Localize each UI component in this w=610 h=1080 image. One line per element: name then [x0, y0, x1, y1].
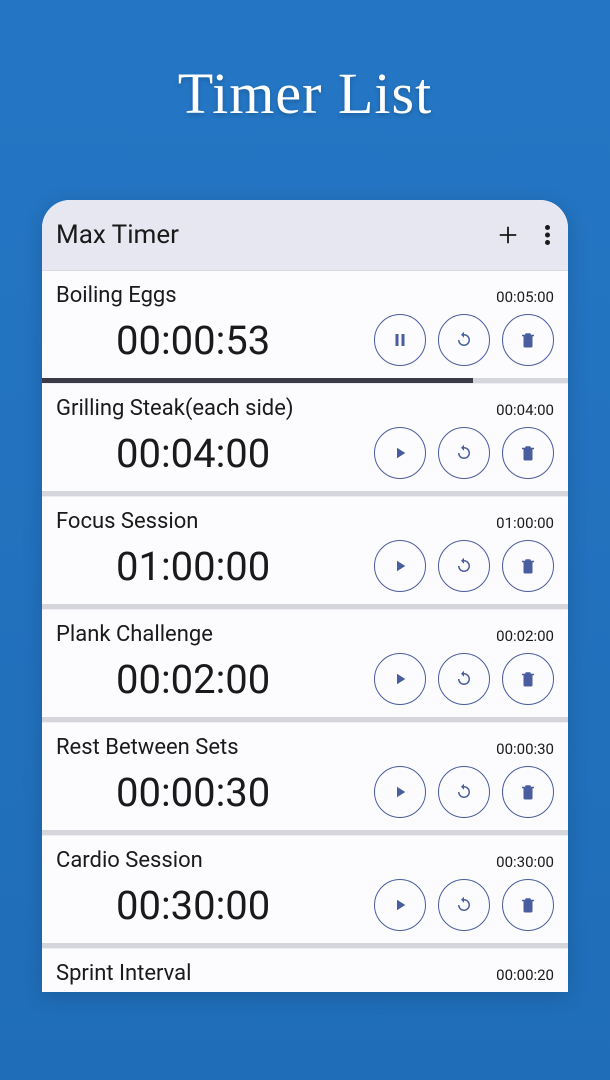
- progress-bar: [42, 717, 568, 722]
- timer-duration: 01:00:00: [496, 514, 554, 532]
- timer-controls: [374, 427, 554, 479]
- timer-item: Sprint Interval 00:00:20: [42, 949, 568, 986]
- progress-bar: [42, 604, 568, 609]
- timer-controls: [374, 540, 554, 592]
- play-icon: [391, 783, 409, 801]
- timer-name: Plank Challenge: [56, 622, 213, 647]
- timer-body: 00:00:53: [56, 314, 554, 378]
- pause-button[interactable]: [374, 314, 426, 366]
- play-icon: [391, 896, 409, 914]
- timer-controls: [374, 653, 554, 705]
- timer-duration: 00:04:00: [496, 401, 554, 419]
- reset-icon: [455, 557, 473, 575]
- timer-name: Boiling Eggs: [56, 283, 177, 308]
- timer-duration: 00:30:00: [496, 853, 554, 871]
- timer-body: 00:04:00: [56, 427, 554, 491]
- timer-item-header: Cardio Session 00:30:00: [56, 848, 554, 873]
- delete-button[interactable]: [502, 766, 554, 818]
- plus-icon: [497, 224, 519, 246]
- delete-button[interactable]: [502, 314, 554, 366]
- timer-item-header: Focus Session 01:00:00: [56, 509, 554, 534]
- reset-button[interactable]: [438, 879, 490, 931]
- delete-button[interactable]: [502, 427, 554, 479]
- timer-current: 00:00:53: [56, 317, 270, 364]
- timer-duration: 00:00:30: [496, 740, 554, 758]
- play-icon: [391, 444, 409, 462]
- timer-item: Cardio Session 00:30:00 00:30:00: [42, 836, 568, 949]
- reset-icon: [455, 331, 473, 349]
- timer-item: Boiling Eggs 00:05:00 00:00:53: [42, 271, 568, 384]
- reset-icon: [455, 670, 473, 688]
- timer-name: Focus Session: [56, 509, 198, 534]
- trash-icon: [519, 557, 537, 575]
- play-button[interactable]: [374, 879, 426, 931]
- play-button[interactable]: [374, 766, 426, 818]
- timer-current: 00:00:30: [56, 769, 270, 816]
- play-button[interactable]: [374, 653, 426, 705]
- timer-item-header: Boiling Eggs 00:05:00: [56, 283, 554, 308]
- timer-name: Cardio Session: [56, 848, 203, 873]
- timer-duration: 00:05:00: [496, 288, 554, 306]
- timer-name: Grilling Steak(each side): [56, 396, 294, 421]
- reset-icon: [455, 444, 473, 462]
- timer-item-header: Rest Between Sets 00:00:30: [56, 735, 554, 760]
- progress-fill: [42, 378, 473, 383]
- reset-button[interactable]: [438, 314, 490, 366]
- timer-list[interactable]: Boiling Eggs 00:05:00 00:00:53: [42, 271, 568, 986]
- timer-current: 00:30:00: [56, 882, 270, 929]
- header-actions: [497, 224, 550, 246]
- menu-button[interactable]: [545, 225, 550, 245]
- trash-icon: [519, 331, 537, 349]
- timer-duration: 00:00:20: [496, 966, 554, 984]
- reset-button[interactable]: [438, 540, 490, 592]
- play-icon: [391, 557, 409, 575]
- reset-button[interactable]: [438, 427, 490, 479]
- reset-button[interactable]: [438, 766, 490, 818]
- timer-controls: [374, 314, 554, 366]
- timer-body: 00:30:00: [56, 879, 554, 943]
- reset-icon: [455, 896, 473, 914]
- trash-icon: [519, 896, 537, 914]
- timer-controls: [374, 879, 554, 931]
- timer-name: Rest Between Sets: [56, 735, 239, 760]
- timer-body: 01:00:00: [56, 540, 554, 604]
- play-icon: [391, 670, 409, 688]
- add-timer-button[interactable]: [497, 224, 519, 246]
- app-header: Max Timer: [42, 200, 568, 271]
- timer-item: Rest Between Sets 00:00:30 00:00:30: [42, 723, 568, 836]
- progress-bar: [42, 943, 568, 948]
- timer-item-header: Sprint Interval 00:00:20: [56, 961, 554, 986]
- page-title: Timer List: [0, 0, 610, 127]
- timer-current: 00:04:00: [56, 430, 270, 477]
- trash-icon: [519, 670, 537, 688]
- play-button[interactable]: [374, 540, 426, 592]
- timer-item: Plank Challenge 00:02:00 00:02:00: [42, 610, 568, 723]
- timer-duration: 00:02:00: [496, 627, 554, 645]
- timer-item: Focus Session 01:00:00 01:00:00: [42, 497, 568, 610]
- timer-body: 00:02:00: [56, 653, 554, 717]
- trash-icon: [519, 783, 537, 801]
- timer-name: Sprint Interval: [56, 961, 191, 986]
- timer-current: 01:00:00: [56, 543, 270, 590]
- timer-item-header: Grilling Steak(each side) 00:04:00: [56, 396, 554, 421]
- progress-bar: [42, 491, 568, 496]
- timer-item-header: Plank Challenge 00:02:00: [56, 622, 554, 647]
- timer-current: 00:02:00: [56, 656, 270, 703]
- reset-icon: [455, 783, 473, 801]
- trash-icon: [519, 444, 537, 462]
- progress-bar: [42, 378, 568, 383]
- kebab-menu-icon: [545, 225, 550, 245]
- delete-button[interactable]: [502, 540, 554, 592]
- timer-item: Grilling Steak(each side) 00:04:00 00:04…: [42, 384, 568, 497]
- progress-bar: [42, 830, 568, 835]
- play-button[interactable]: [374, 427, 426, 479]
- delete-button[interactable]: [502, 879, 554, 931]
- app-title: Max Timer: [56, 220, 179, 250]
- phone-frame: Max Timer Boiling Eggs 00:05:00 00:00:5: [42, 200, 568, 992]
- pause-icon: [391, 331, 409, 349]
- timer-controls: [374, 766, 554, 818]
- reset-button[interactable]: [438, 653, 490, 705]
- timer-body: 00:00:30: [56, 766, 554, 830]
- delete-button[interactable]: [502, 653, 554, 705]
